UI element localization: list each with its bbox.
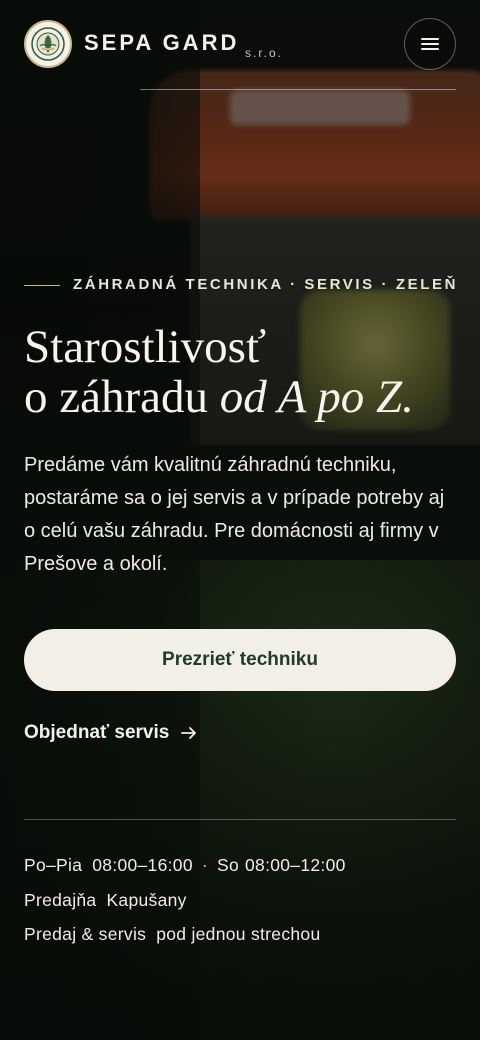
order-service-label: Objednať servis [24, 722, 170, 743]
saturday-hours: 08:00–12:00 [245, 855, 346, 875]
brand-suffix: s.r.o. [245, 46, 284, 60]
store-place: Kapušany [106, 890, 187, 910]
hours-separator: · [201, 855, 208, 875]
brand-name[interactable]: SEPA GARD [84, 30, 239, 56]
weekday-hours: 08:00–16:00 [92, 855, 193, 875]
hamburger-menu-icon [421, 35, 439, 53]
headline-line-2: o záhradu [24, 371, 220, 423]
arrow-right-icon [181, 727, 197, 739]
services-note: Predaj & servis pod jednou strechou [24, 924, 320, 945]
hero-headline: Starostlivosť o záhradu od A po Z. [24, 322, 464, 422]
site-header: SEPA GARD s.r.o. [0, 0, 480, 90]
services-detail: pod jednou strechou [156, 924, 321, 944]
store-location: Predajňa Kapušany [24, 890, 187, 911]
logo-emblem-icon[interactable] [24, 20, 72, 68]
store-label: Predajňa [24, 890, 97, 910]
hero-description: Predáme vám kvalitnú záhradnú techniku, … [24, 454, 445, 575]
weekday-label: Po–Pia [24, 855, 83, 875]
headline-line-1: Starostlivosť [24, 321, 267, 373]
saturday-label: So [217, 855, 240, 875]
opening-hours: Po–Pia 08:00–16:00 · So 08:00–12:00 [24, 855, 346, 876]
menu-button[interactable] [404, 18, 456, 70]
services-label: Predaj & servis [24, 924, 147, 944]
browse-equipment-button[interactable]: Prezrieť techniku [24, 629, 456, 691]
eyebrow-accent-line [24, 285, 60, 286]
order-service-link[interactable]: Objednať servis [24, 720, 197, 746]
headline-italic: od A po Z. [219, 371, 414, 423]
header-divider [140, 89, 456, 90]
hero-eyebrow: ZÁHRADNÁ TECHNIKA · SERVIS · ZELEŇ [73, 276, 459, 293]
info-divider [24, 819, 456, 820]
